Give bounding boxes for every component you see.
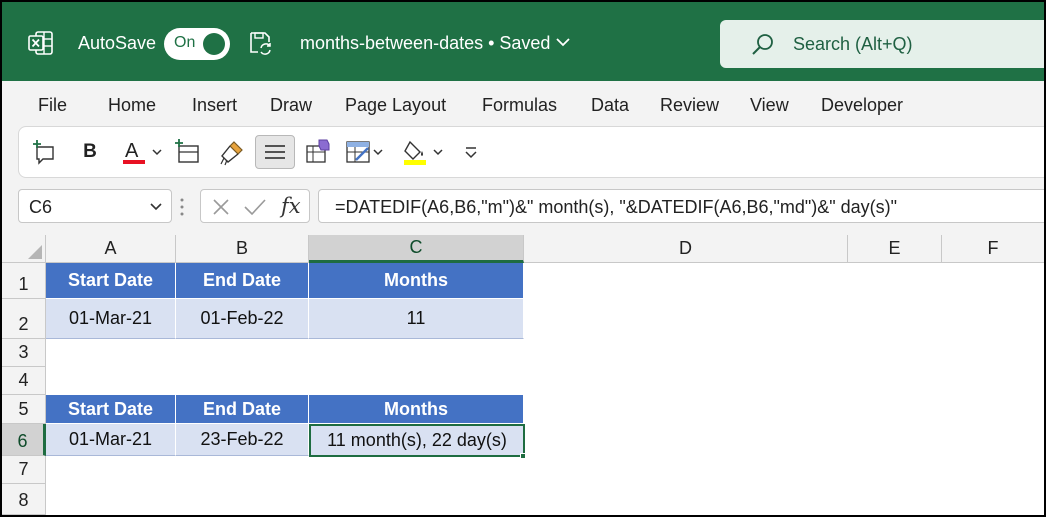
row-header-6[interactable]: 6 <box>2 424 46 456</box>
tab-insert[interactable]: Insert <box>192 95 237 116</box>
cell-a6[interactable]: 01-Mar-21 <box>46 424 176 456</box>
tab-developer[interactable]: Developer <box>821 95 903 116</box>
row-header-2[interactable]: 2 <box>2 299 46 339</box>
tab-file[interactable]: File <box>38 95 67 116</box>
fill-handle[interactable] <box>520 453 526 459</box>
spreadsheet-grid: A B C D E F 1 2 3 4 5 6 7 8 Start Date E… <box>2 235 1044 515</box>
formula-input[interactable]: =DATEDIF(A6,B6,"m")&" month(s), "&DATEDI… <box>318 189 1044 223</box>
row-header-5[interactable]: 5 <box>2 395 46 424</box>
column-header-a[interactable]: A <box>46 235 176 263</box>
customize-toolbar-button[interactable] <box>457 137 485 167</box>
row-header-7[interactable]: 7 <box>2 456 46 484</box>
format-painter-icon <box>220 141 243 166</box>
fill-color-icon <box>404 140 426 165</box>
cell-c5[interactable]: Months <box>309 395 524 424</box>
tab-page-layout[interactable]: Page Layout <box>345 95 446 116</box>
insert-function-button[interactable]: fx <box>281 194 301 218</box>
tab-view[interactable]: View <box>750 95 789 116</box>
chevron-down-icon[interactable] <box>151 147 163 157</box>
column-header-d[interactable]: D <box>524 235 848 263</box>
object-button[interactable] <box>303 137 333 167</box>
format-as-table-button[interactable] <box>341 137 387 167</box>
chevron-down-icon[interactable] <box>149 201 163 213</box>
formula-buttons: fx <box>200 189 310 223</box>
cell-a5[interactable]: Start Date <box>46 395 176 424</box>
row-header-1[interactable]: 1 <box>2 263 46 299</box>
align-center-icon <box>265 145 285 159</box>
cell-c6[interactable]: 11 month(s), 22 day(s) <box>309 424 525 457</box>
name-box[interactable]: C6 <box>18 189 172 223</box>
resize-handle-icon[interactable] <box>179 197 185 217</box>
search-box[interactable]: Search (Alt+Q) <box>720 20 1044 68</box>
chevron-down-icon[interactable] <box>432 147 444 157</box>
cell-a2[interactable]: 01-Mar-21 <box>46 299 176 339</box>
autosave-toggle[interactable]: On <box>164 28 230 60</box>
new-comment-button[interactable] <box>29 137 59 167</box>
column-header-f[interactable]: F <box>942 235 1044 263</box>
chevron-down-icon[interactable] <box>554 35 572 49</box>
document-title[interactable]: months-between-dates • Saved <box>300 33 550 54</box>
cell-b1[interactable]: End Date <box>176 263 309 299</box>
cell-c1[interactable]: Months <box>309 263 524 299</box>
row-header-3[interactable]: 3 <box>2 339 46 367</box>
format-table-icon <box>346 141 370 163</box>
search-icon <box>752 34 773 55</box>
cell-b6[interactable]: 23-Feb-22 <box>176 424 309 456</box>
cell-a1[interactable]: Start Date <box>46 263 176 299</box>
align-center-button[interactable] <box>255 135 295 169</box>
fill-color-button[interactable] <box>399 137 447 167</box>
row-header-4[interactable]: 4 <box>2 367 46 395</box>
svg-text:A: A <box>125 140 139 162</box>
insert-cells-button[interactable] <box>173 137 203 167</box>
tab-home[interactable]: Home <box>108 95 156 116</box>
chevron-down-icon[interactable] <box>372 147 384 157</box>
bold-button[interactable]: B <box>75 137 105 167</box>
autosave-toggle-state: On <box>174 34 196 51</box>
column-header-b[interactable]: B <box>176 235 309 263</box>
cell-c2[interactable]: 11 <box>309 299 524 339</box>
cancel-icon[interactable] <box>211 197 231 217</box>
excel-window: AutoSave On months-between-dates • Saved… <box>2 2 1044 515</box>
title-bar: AutoSave On months-between-dates • Saved… <box>2 2 1044 81</box>
cell-b2[interactable]: 01-Feb-22 <box>176 299 309 339</box>
excel-logo-icon <box>28 31 53 55</box>
tab-review[interactable]: Review <box>660 95 719 116</box>
name-box-value: C6 <box>29 197 53 217</box>
row-header-8[interactable]: 8 <box>2 484 46 515</box>
overflow-chevron-icon <box>465 147 477 159</box>
enter-check-icon[interactable] <box>243 197 267 217</box>
select-all-icon <box>28 245 42 259</box>
ribbon-tabs: File Home Insert Draw Page Layout Formul… <box>2 81 1044 125</box>
formula-bar: C6 fx =DATEDIF(A6,B6,"m")&" month(s), "&… <box>2 187 1044 235</box>
autosave-label: AutoSave <box>78 33 157 53</box>
formula-text: =DATEDIF(A6,B6,"m")&" month(s), "&DATEDI… <box>335 197 898 217</box>
tab-draw[interactable]: Draw <box>270 95 312 116</box>
quick-toolbar: B A <box>18 126 1044 178</box>
font-color-button[interactable]: A <box>117 137 167 167</box>
bold-label: B <box>83 141 97 162</box>
tab-data[interactable]: Data <box>591 95 629 116</box>
new-comment-icon <box>33 140 54 165</box>
search-placeholder: Search (Alt+Q) <box>793 34 913 54</box>
column-header-e[interactable]: E <box>848 235 942 263</box>
column-header-c[interactable]: C <box>309 235 524 263</box>
tab-formulas[interactable]: Formulas <box>482 95 557 116</box>
toggle-knob <box>203 33 225 55</box>
font-color-icon: A <box>123 140 145 164</box>
save-sync-icon[interactable] <box>247 30 273 56</box>
cell-b5[interactable]: End Date <box>176 395 309 424</box>
format-painter-button[interactable] <box>217 137 247 167</box>
cube-table-icon <box>306 139 330 163</box>
select-all-button[interactable] <box>2 235 46 263</box>
insert-cells-icon <box>175 139 199 163</box>
